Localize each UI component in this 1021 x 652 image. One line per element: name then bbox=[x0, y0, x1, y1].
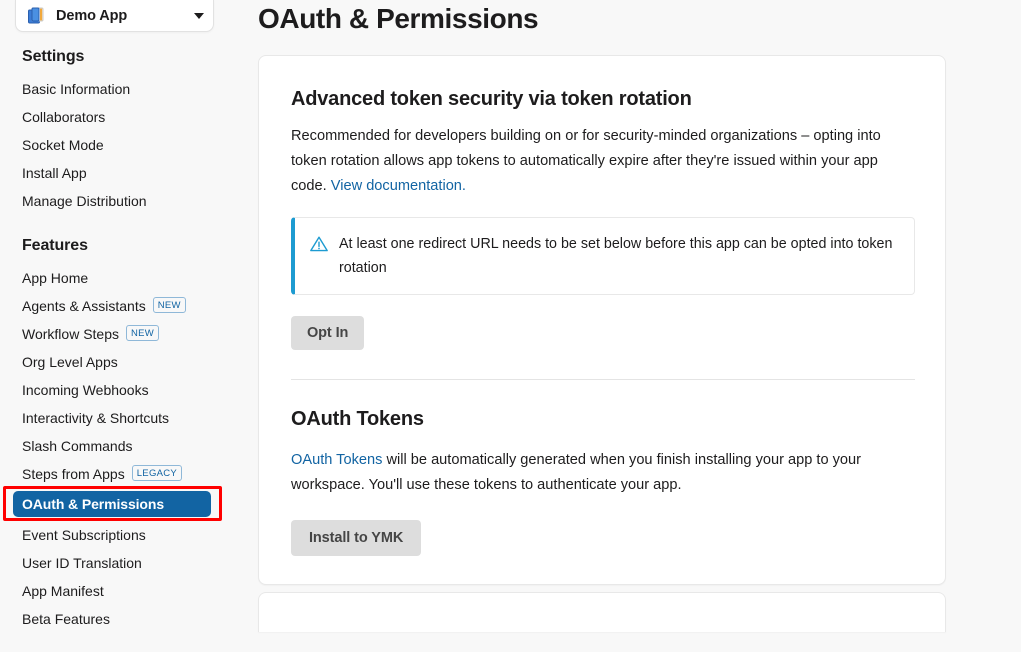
sidebar-item-manage-distribution[interactable]: Manage Distribution bbox=[0, 187, 240, 215]
callout-message: At least one redirect URL needs to be se… bbox=[339, 236, 893, 276]
sidebar-item-label: App Home bbox=[22, 270, 89, 286]
sidebar-item-workflow-steps[interactable]: Workflow Steps NEW bbox=[0, 320, 240, 348]
sidebar-item-label: Manage Distribution bbox=[22, 193, 147, 209]
oauth-tokens-title: OAuth Tokens bbox=[291, 408, 424, 430]
sidebar-item-label: Beta Features bbox=[22, 611, 110, 627]
sidebar-item-beta-features[interactable]: Beta Features bbox=[0, 605, 240, 633]
sidebar-item-label: Socket Mode bbox=[22, 137, 104, 153]
chevron-down-icon[interactable] bbox=[194, 12, 204, 19]
redirect-url-warning-callout: At least one redirect URL needs to be se… bbox=[291, 217, 915, 295]
install-to-workspace-button[interactable]: Install to YMK bbox=[291, 520, 422, 556]
sidebar-item-steps-from-apps[interactable]: Steps from Apps LEGACY bbox=[0, 460, 240, 488]
legacy-badge: LEGACY bbox=[131, 464, 183, 482]
sidebar-item-org-level-apps[interactable]: Org Level Apps bbox=[0, 348, 240, 376]
sidebar-item-install-app[interactable]: Install App bbox=[0, 159, 240, 187]
sidebar-item-interactivity-shortcuts[interactable]: Interactivity & Shortcuts bbox=[0, 404, 240, 432]
sidebar: Demo App Settings Basic Information Coll… bbox=[0, 0, 240, 652]
sidebar-item-label: Workflow Steps bbox=[22, 326, 119, 342]
sidebar-item-label: Slash Commands bbox=[22, 438, 133, 454]
sidebar-heading-settings: Settings bbox=[22, 48, 85, 65]
sidebar-item-app-home[interactable]: App Home bbox=[0, 264, 240, 292]
sidebar-item-oauth-permissions-wrap: OAuth & Permissions bbox=[0, 486, 240, 521]
token-rotation-title: Advanced token security via token rotati… bbox=[291, 88, 692, 110]
sidebar-item-label: Interactivity & Shortcuts bbox=[22, 410, 170, 426]
section-divider bbox=[291, 379, 915, 380]
page-title: OAuth & Permissions bbox=[258, 3, 539, 34]
sidebar-item-label: OAuth & Permissions bbox=[22, 496, 165, 512]
sidebar-item-slash-commands[interactable]: Slash Commands bbox=[0, 432, 240, 460]
next-section-card bbox=[258, 592, 946, 632]
sidebar-item-label: App Manifest bbox=[22, 583, 104, 599]
sidebar-item-socket-mode[interactable]: Socket Mode bbox=[0, 131, 240, 159]
view-documentation-link[interactable]: View documentation. bbox=[331, 178, 466, 194]
opt-in-button[interactable]: Opt In bbox=[291, 316, 365, 350]
sidebar-item-app-manifest[interactable]: App Manifest bbox=[0, 577, 240, 605]
sidebar-item-agents-assistants[interactable]: Agents & Assistants NEW bbox=[0, 292, 240, 320]
sidebar-item-oauth-permissions[interactable]: OAuth & Permissions bbox=[13, 491, 211, 517]
sidebar-item-label: Org Level Apps bbox=[22, 354, 118, 370]
sidebar-nav: Settings Basic Information Collaborators… bbox=[0, 32, 240, 633]
sidebar-item-label: Steps from Apps bbox=[22, 466, 125, 482]
sidebar-item-incoming-webhooks[interactable]: Incoming Webhooks bbox=[0, 376, 240, 404]
oauth-tokens-link[interactable]: OAuth Tokens bbox=[291, 452, 382, 468]
sidebar-item-label: Incoming Webhooks bbox=[22, 382, 149, 398]
sidebar-item-basic-information[interactable]: Basic Information bbox=[0, 75, 240, 103]
app-root: Demo App Settings Basic Information Coll… bbox=[0, 0, 1021, 652]
warning-triangle-icon bbox=[309, 234, 329, 254]
app-switcher[interactable]: Demo App bbox=[15, 0, 214, 32]
token-rotation-description: Recommended for developers building on o… bbox=[291, 124, 913, 199]
main-content: OAuth & Permissions Advanced token secur… bbox=[240, 0, 1021, 652]
sidebar-item-label: Collaborators bbox=[22, 109, 106, 125]
oauth-tokens-description: OAuth Tokens will be automatically gener… bbox=[291, 448, 913, 498]
sidebar-item-label: Event Subscriptions bbox=[22, 527, 146, 543]
sidebar-item-event-subscriptions[interactable]: Event Subscriptions bbox=[0, 521, 240, 549]
sidebar-item-label: Install App bbox=[22, 165, 87, 181]
sidebar-item-user-id-translation[interactable]: User ID Translation bbox=[0, 549, 240, 577]
sidebar-item-collaborators[interactable]: Collaborators bbox=[0, 103, 240, 131]
new-badge: NEW bbox=[126, 324, 160, 342]
app-switcher-label: Demo App bbox=[56, 7, 128, 24]
sidebar-item-label: Agents & Assistants bbox=[22, 298, 146, 314]
new-badge: NEW bbox=[152, 296, 186, 314]
oauth-settings-card: Advanced token security via token rotati… bbox=[258, 55, 946, 585]
sidebar-heading-features: Features bbox=[22, 237, 88, 254]
sidebar-item-label: User ID Translation bbox=[22, 555, 142, 571]
app-stack-icon bbox=[27, 6, 47, 26]
sidebar-item-label: Basic Information bbox=[22, 81, 131, 97]
